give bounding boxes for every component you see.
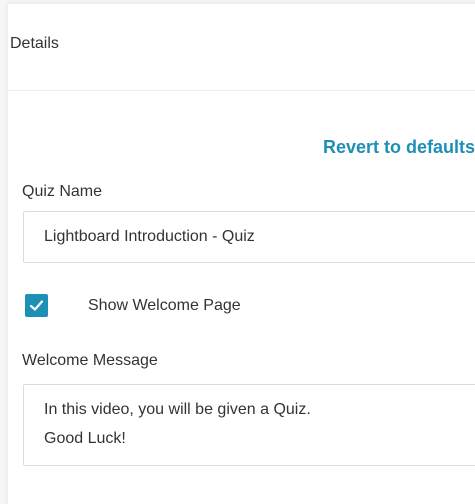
details-title: Details: [10, 35, 59, 52]
revert-to-defaults-link[interactable]: Revert to defaults: [323, 137, 475, 158]
show-welcome-page-label: Show Welcome Page: [88, 297, 241, 314]
quiz-name-label: Quiz Name: [22, 183, 103, 200]
show-welcome-page-checkbox[interactable]: [25, 294, 48, 317]
quiz-name-input[interactable]: Lightboard Introduction - Quiz: [23, 211, 475, 263]
details-header: Details: [8, 4, 475, 91]
welcome-message-label: Welcome Message: [22, 352, 158, 369]
details-panel: Details Revert to defaults Quiz Name Lig…: [8, 4, 475, 504]
checkmark-icon: [29, 300, 44, 311]
welcome-message-textarea[interactable]: In this video, you will be given a Quiz.…: [23, 384, 475, 466]
